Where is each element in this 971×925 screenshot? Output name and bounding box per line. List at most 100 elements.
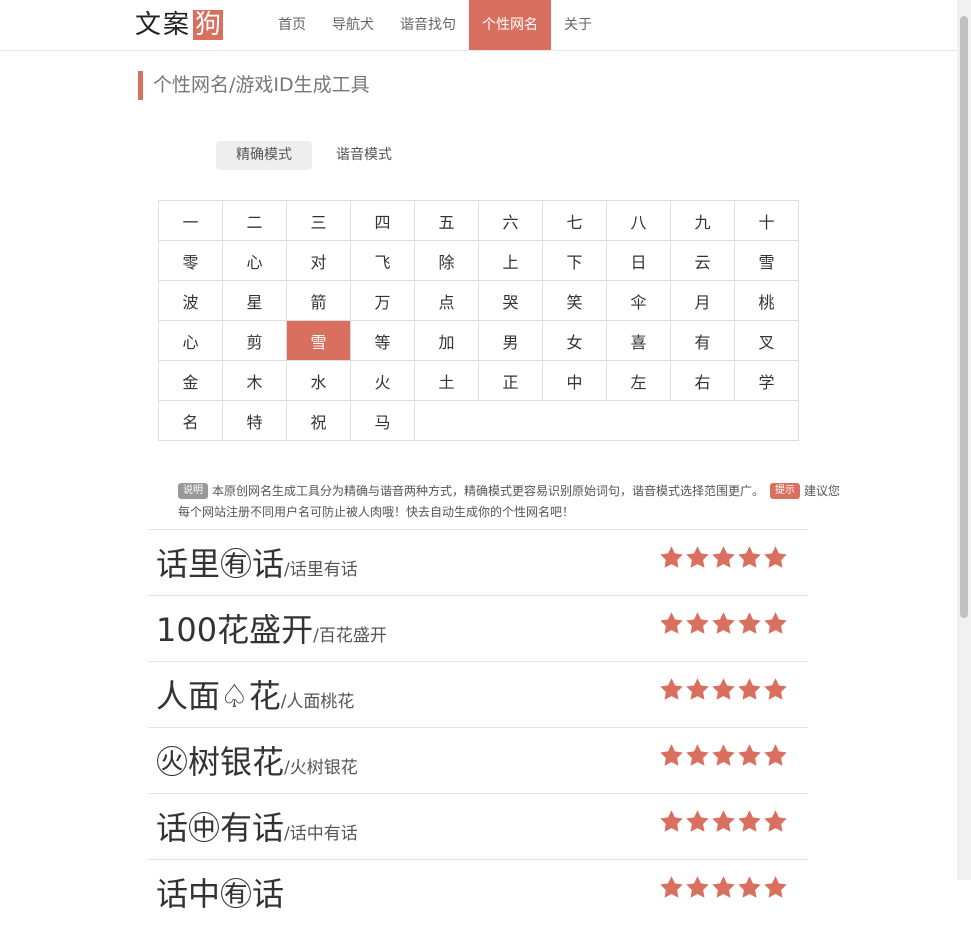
grid-char-cell[interactable]: 有 (670, 320, 735, 361)
grid-char-cell[interactable]: 女 (542, 320, 607, 361)
result-row[interactable]: 话㊥有话/话中有话 (148, 793, 808, 859)
grid-char-cell[interactable]: 桃 (734, 280, 799, 321)
grid-char-cell[interactable]: 雪 (734, 240, 799, 281)
site-logo[interactable]: 文案狗 (135, 9, 224, 41)
star-icon (711, 743, 736, 772)
grid-char-cell[interactable]: 八 (606, 200, 671, 241)
grid-char-cell[interactable]: 男 (478, 320, 543, 361)
result-nickname: 100花盛开/百花盛开 (156, 610, 387, 656)
grid-char-cell[interactable]: 月 (670, 280, 735, 321)
grid-char-cell[interactable]: 正 (478, 360, 543, 401)
grid-char-cell[interactable]: 左 (606, 360, 671, 401)
nickname-text: 人面♤花 (156, 677, 281, 715)
nickname-text: ㊋树银花 (156, 743, 285, 781)
grid-char-cell[interactable]: 心 (222, 240, 287, 281)
grid-char-cell[interactable]: 笑 (542, 280, 607, 321)
result-row[interactable]: 人面♤花/人面桃花 (148, 661, 808, 727)
grid-char-cell[interactable]: 日 (606, 240, 671, 281)
grid-char-cell[interactable]: 二 (222, 200, 287, 241)
grid-char-cell[interactable]: 箭 (286, 280, 351, 321)
star-icon (711, 809, 736, 838)
original-phrase: /火树银花 (284, 758, 358, 778)
tip-badge: 提示 (770, 482, 801, 499)
star-icon (659, 677, 684, 706)
grid-char-cell[interactable]: 波 (158, 280, 223, 321)
nickname-text: 100花盛开 (156, 611, 314, 649)
grid-char-cell[interactable]: 十 (734, 200, 799, 241)
original-phrase: /百花盛开 (313, 626, 387, 646)
grid-char-cell[interactable]: 七 (542, 200, 607, 241)
tab-exact-mode[interactable]: 精确模式 (216, 141, 312, 170)
grid-char-cell[interactable]: 三 (286, 200, 351, 241)
tab-homophone-mode[interactable]: 谐音模式 (316, 141, 412, 170)
star-icon (763, 677, 788, 706)
grid-char-cell[interactable]: 下 (542, 240, 607, 281)
grid-char-cell[interactable]: 金 (158, 360, 223, 401)
star-icon (763, 809, 788, 838)
grid-char-cell[interactable]: 右 (670, 360, 735, 401)
grid-char-cell[interactable]: 星 (222, 280, 287, 321)
grid-char-cell[interactable]: 水 (286, 360, 351, 401)
grid-char-cell[interactable]: 等 (350, 320, 415, 361)
grid-char-cell[interactable]: 马 (350, 400, 415, 441)
star-icon (659, 611, 684, 640)
star-icon (685, 875, 710, 904)
top-navbar: 文案狗 首页 导航犬 谐音找句 个性网名 关于 (0, 0, 957, 51)
grid-char-cell[interactable]: 剪 (222, 320, 287, 361)
grid-char-cell[interactable]: 名 (158, 400, 223, 441)
star-icon (659, 545, 684, 574)
star-icon (685, 809, 710, 838)
grid-char-cell[interactable]: 九 (670, 200, 735, 241)
grid-char-cell[interactable]: 点 (414, 280, 479, 321)
logo-text: 文案 (135, 10, 192, 40)
grid-char-cell[interactable]: 喜 (606, 320, 671, 361)
original-phrase: /话里有话 (284, 560, 358, 580)
grid-char-cell[interactable]: 伞 (606, 280, 671, 321)
grid-char-cell[interactable]: 云 (670, 240, 735, 281)
nav-nickname[interactable]: 个性网名 (469, 0, 551, 50)
star-icon (737, 677, 762, 706)
scrollbar-track[interactable] (957, 0, 971, 880)
grid-char-cell[interactable]: 五 (414, 200, 479, 241)
nickname-text: 话里㊒话 (156, 545, 285, 583)
grid-char-cell[interactable]: 火 (350, 360, 415, 401)
star-icon (763, 611, 788, 640)
logo-highlight: 狗 (193, 10, 224, 40)
character-grid: 一二三四五六七八九十零心对飞除上下日云雪波星箭万点哭笑伞月桃心剪雪等加男女喜有叉… (158, 200, 799, 441)
grid-char-cell[interactable]: 土 (414, 360, 479, 401)
grid-char-cell[interactable]: 心 (158, 320, 223, 361)
nav-home[interactable]: 首页 (265, 0, 319, 50)
grid-char-cell[interactable]: 飞 (350, 240, 415, 281)
rating-stars (659, 875, 788, 904)
grid-char-cell[interactable]: 学 (734, 360, 799, 401)
mode-tabs: 精确模式 谐音模式 (216, 141, 412, 170)
grid-char-cell[interactable]: 哭 (478, 280, 543, 321)
grid-char-cell[interactable]: 叉 (734, 320, 799, 361)
result-row[interactable]: ㊋树银花/火树银花 (148, 727, 808, 793)
grid-char-cell[interactable]: 加 (414, 320, 479, 361)
grid-char-cell[interactable]: 零 (158, 240, 223, 281)
grid-char-cell[interactable]: 对 (286, 240, 351, 281)
nav-homophone-search[interactable]: 谐音找句 (387, 0, 469, 50)
grid-char-cell[interactable]: 四 (350, 200, 415, 241)
nav-navigator[interactable]: 导航犬 (319, 0, 387, 50)
result-row[interactable]: 100花盛开/百花盛开 (148, 595, 808, 661)
grid-char-cell[interactable]: 除 (414, 240, 479, 281)
grid-char-cell[interactable]: 祝 (286, 400, 351, 441)
nav-about[interactable]: 关于 (551, 0, 605, 50)
grid-char-cell[interactable]: 万 (350, 280, 415, 321)
grid-char-cell[interactable]: 木 (222, 360, 287, 401)
star-icon (711, 677, 736, 706)
grid-char-cell[interactable]: 雪 (286, 320, 351, 361)
grid-char-cell[interactable]: 中 (542, 360, 607, 401)
grid-char-cell[interactable]: 一 (158, 200, 223, 241)
result-row[interactable]: 话里㊒话/话里有话 (148, 529, 808, 595)
star-icon (685, 611, 710, 640)
result-row[interactable]: 话中㊒话 (148, 859, 808, 925)
result-nickname: 话㊥有话/话中有话 (156, 808, 358, 854)
grid-char-cell[interactable]: 特 (222, 400, 287, 441)
grid-char-cell[interactable]: 上 (478, 240, 543, 281)
grid-char-cell[interactable]: 六 (478, 200, 543, 241)
star-icon (685, 743, 710, 772)
scrollbar-thumb[interactable] (960, 16, 968, 618)
